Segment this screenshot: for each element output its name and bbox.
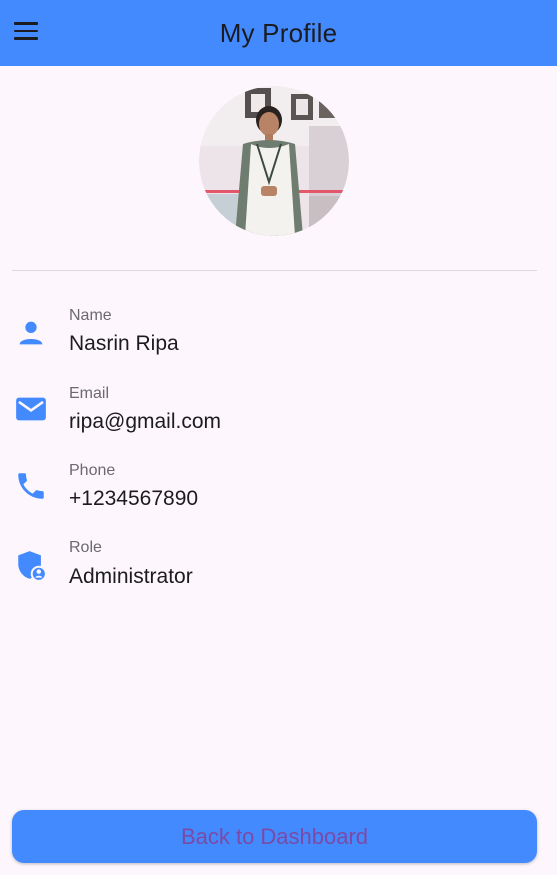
- profile-photo: [199, 86, 349, 236]
- profile-field-name: Name Nasrin Ripa: [0, 306, 557, 366]
- email-icon: [16, 397, 46, 421]
- page-title: My Profile: [219, 17, 338, 48]
- field-label: Phone: [69, 462, 116, 479]
- profile-field-email: Email ripa@gmail.com: [0, 384, 557, 444]
- menu-icon[interactable]: [14, 22, 40, 42]
- person-icon: [19, 321, 43, 345]
- profile-field-role: Role Administrator: [0, 539, 557, 599]
- field-value: +1234567890: [69, 487, 199, 510]
- field-label: Role: [69, 539, 102, 556]
- profile-field-phone: Phone +1234567890: [0, 461, 557, 521]
- field-label: Email: [69, 385, 110, 402]
- divider: [12, 270, 537, 271]
- field-value: Nasrin Ripa: [69, 332, 179, 355]
- back-to-dashboard-button[interactable]: Back to Dashboard: [12, 810, 537, 863]
- app-bar: My Profile: [0, 0, 557, 66]
- field-value: ripa@gmail.com: [69, 410, 222, 433]
- admin-shield-icon: [18, 551, 47, 582]
- phone-icon: [18, 473, 44, 499]
- profile-avatar: [199, 86, 349, 236]
- field-label: Name: [69, 307, 112, 324]
- field-value: Administrator: [69, 565, 193, 588]
